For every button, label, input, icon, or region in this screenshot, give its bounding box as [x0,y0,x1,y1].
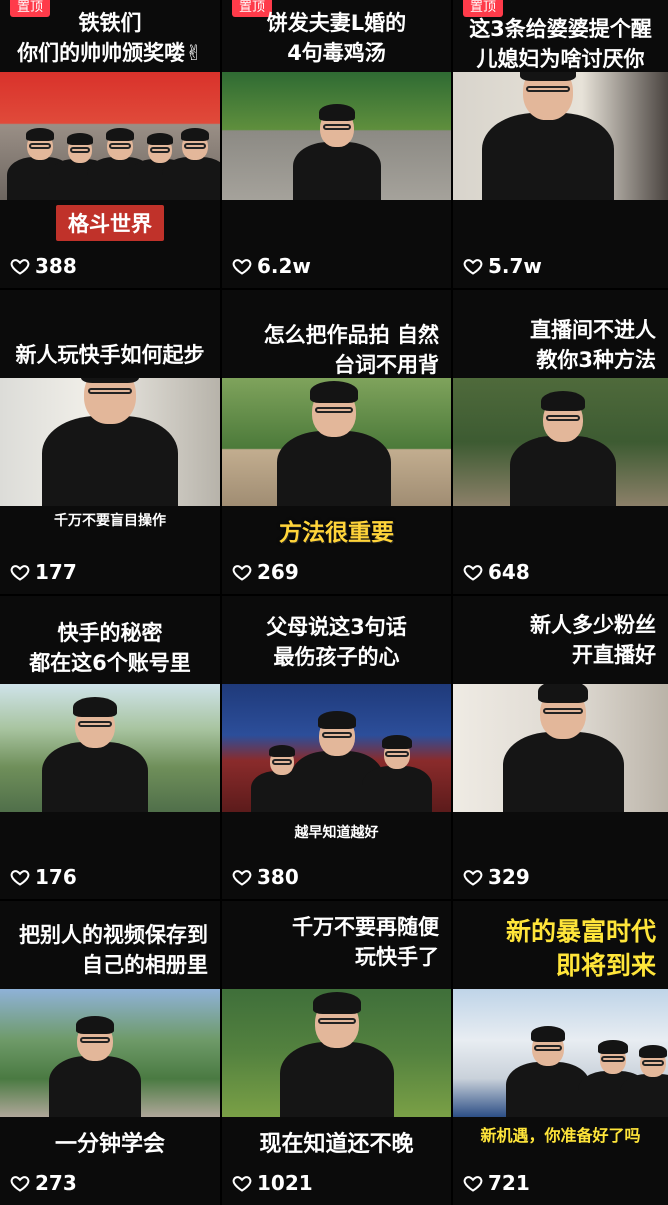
video-tile[interactable]: 直播间不进人 教你3种方法 648 [453,290,668,594]
overlay-banner: 方法很重要 [279,520,394,546]
heart-icon [10,1173,30,1193]
person-figure [293,104,381,200]
like-count: 388 [10,254,77,278]
like-count: 648 [463,560,530,584]
person-figure [48,1016,142,1117]
overlay-subtitle: 越早知道越好 [294,825,379,841]
person-figure [279,992,395,1117]
video-tile[interactable]: 置顶 这3条给婆婆提个醒 儿媳妇为啥讨厌你 5.7w [453,0,668,288]
overlay-subtitle: 新机遇，你准备好了吗 [480,1126,641,1145]
video-caption: 新的暴富时代 即将到来 [505,917,656,980]
video-caption: 把别人的视频保存到 自己的相册里 [19,923,208,977]
video-thumbnail [0,72,220,200]
video-thumbnail [453,378,668,506]
heart-icon [10,867,30,887]
video-caption: 饼发夫妻L婚的 4句毒鸡汤 [266,11,407,65]
video-thumbnail [222,684,451,812]
video-thumbnail [453,684,668,812]
video-tile[interactable]: 新人玩快手如何起步千万不要盲目操作 177 [0,290,220,594]
like-count-value: 1021 [257,1171,313,1195]
video-tile[interactable]: 置顶 铁铁们 你们的帅帅颁奖喽✌ 格斗世界 388 [0,0,220,288]
heart-icon [232,1173,252,1193]
heart-icon [463,867,483,887]
video-grid: 置顶 铁铁们 你们的帅帅颁奖喽✌ 格斗世界 388 置顶 饼发夫妻L婚的 4句毒鸡汤 6.2… [0,0,668,1205]
like-count-value: 721 [488,1171,530,1195]
person-figure [510,390,616,506]
video-tile[interactable]: 新人多少粉丝 开直播好 329 [453,596,668,899]
like-count: 177 [10,560,77,584]
video-thumbnail [222,72,451,200]
video-tile[interactable]: 新的暴富时代 即将到来新机遇，你准备好了吗 721 [453,901,668,1205]
like-count-value: 269 [257,560,299,584]
video-tile[interactable]: 快手的秘密 都在这6个账号里 176 [0,596,220,899]
like-count: 176 [10,865,77,889]
video-thumbnail [0,989,220,1117]
video-caption: 千万不要再随便 玩快手了 [292,915,439,969]
overlay-subtitle: 千万不要盲目操作 [54,513,166,529]
video-thumbnail [453,72,668,200]
like-count: 1021 [232,1171,313,1195]
person-figure [41,378,179,506]
like-count: 329 [463,865,530,889]
person-figure [276,381,392,506]
person-figure [502,684,624,812]
video-thumbnail [222,378,451,506]
video-caption: 这3条给婆婆提个醒 儿媳妇为啥讨厌你 [469,17,652,71]
like-count-value: 380 [257,865,299,889]
like-count-value: 6.2w [257,254,311,278]
like-count-value: 329 [488,865,530,889]
video-thumbnail [453,989,668,1117]
video-caption: 新人多少粉丝 开直播好 [530,613,656,667]
video-caption: 新人玩快手如何起步 [15,343,205,367]
person-figure [42,696,148,812]
heart-icon [463,1173,483,1193]
video-caption: 直播间不进人 教你3种方法 [530,318,656,372]
like-count-value: 176 [35,865,77,889]
like-count-value: 388 [35,254,77,278]
like-count: 273 [10,1171,77,1195]
heart-icon [232,867,252,887]
person-figure [482,72,614,200]
like-count-value: 177 [35,560,77,584]
person-figure [620,1045,668,1117]
video-tile[interactable]: 千万不要再随便 玩快手了现在知道还不晚 1021 [222,901,451,1205]
like-count-value: 648 [488,560,530,584]
like-count-value: 5.7w [488,254,542,278]
overlay-banner: 一分钟学会 [54,1132,166,1157]
like-count: 269 [232,560,299,584]
heart-icon [463,562,483,582]
person-figure [162,128,220,200]
overlay-banner: 格斗世界 [56,205,164,241]
heart-icon [232,256,252,276]
overlay-banner: 现在知道还不晚 [259,1132,414,1157]
heart-icon [10,256,30,276]
video-tile[interactable]: 怎么把作品拍 自然 台词不用背方法很重要 269 [222,290,451,594]
video-caption: 铁铁们 你们的帅帅颁奖喽✌ [17,11,203,65]
video-thumbnail [0,684,220,812]
video-thumbnail [222,989,451,1117]
video-tile[interactable]: 置顶 饼发夫妻L婚的 4句毒鸡汤 6.2w [222,0,451,288]
like-count: 6.2w [232,254,311,278]
video-tile[interactable]: 把别人的视频保存到 自己的相册里一分钟学会 273 [0,901,220,1205]
heart-icon [10,562,30,582]
person-figure [361,735,433,812]
heart-icon [232,562,252,582]
video-caption: 怎么把作品拍 自然 台词不用背 [263,323,439,377]
like-count: 721 [463,1171,530,1195]
heart-icon [463,256,483,276]
video-thumbnail [0,378,220,506]
video-caption: 父母说这3句话 最伤孩子的心 [266,615,407,669]
like-count: 380 [232,865,299,889]
video-caption: 快手的秘密 都在这6个账号里 [29,621,191,675]
like-count: 5.7w [463,254,542,278]
like-count-value: 273 [35,1171,77,1195]
video-tile[interactable]: 父母说这3句话 最伤孩子的心越早知道越好 380 [222,596,451,899]
